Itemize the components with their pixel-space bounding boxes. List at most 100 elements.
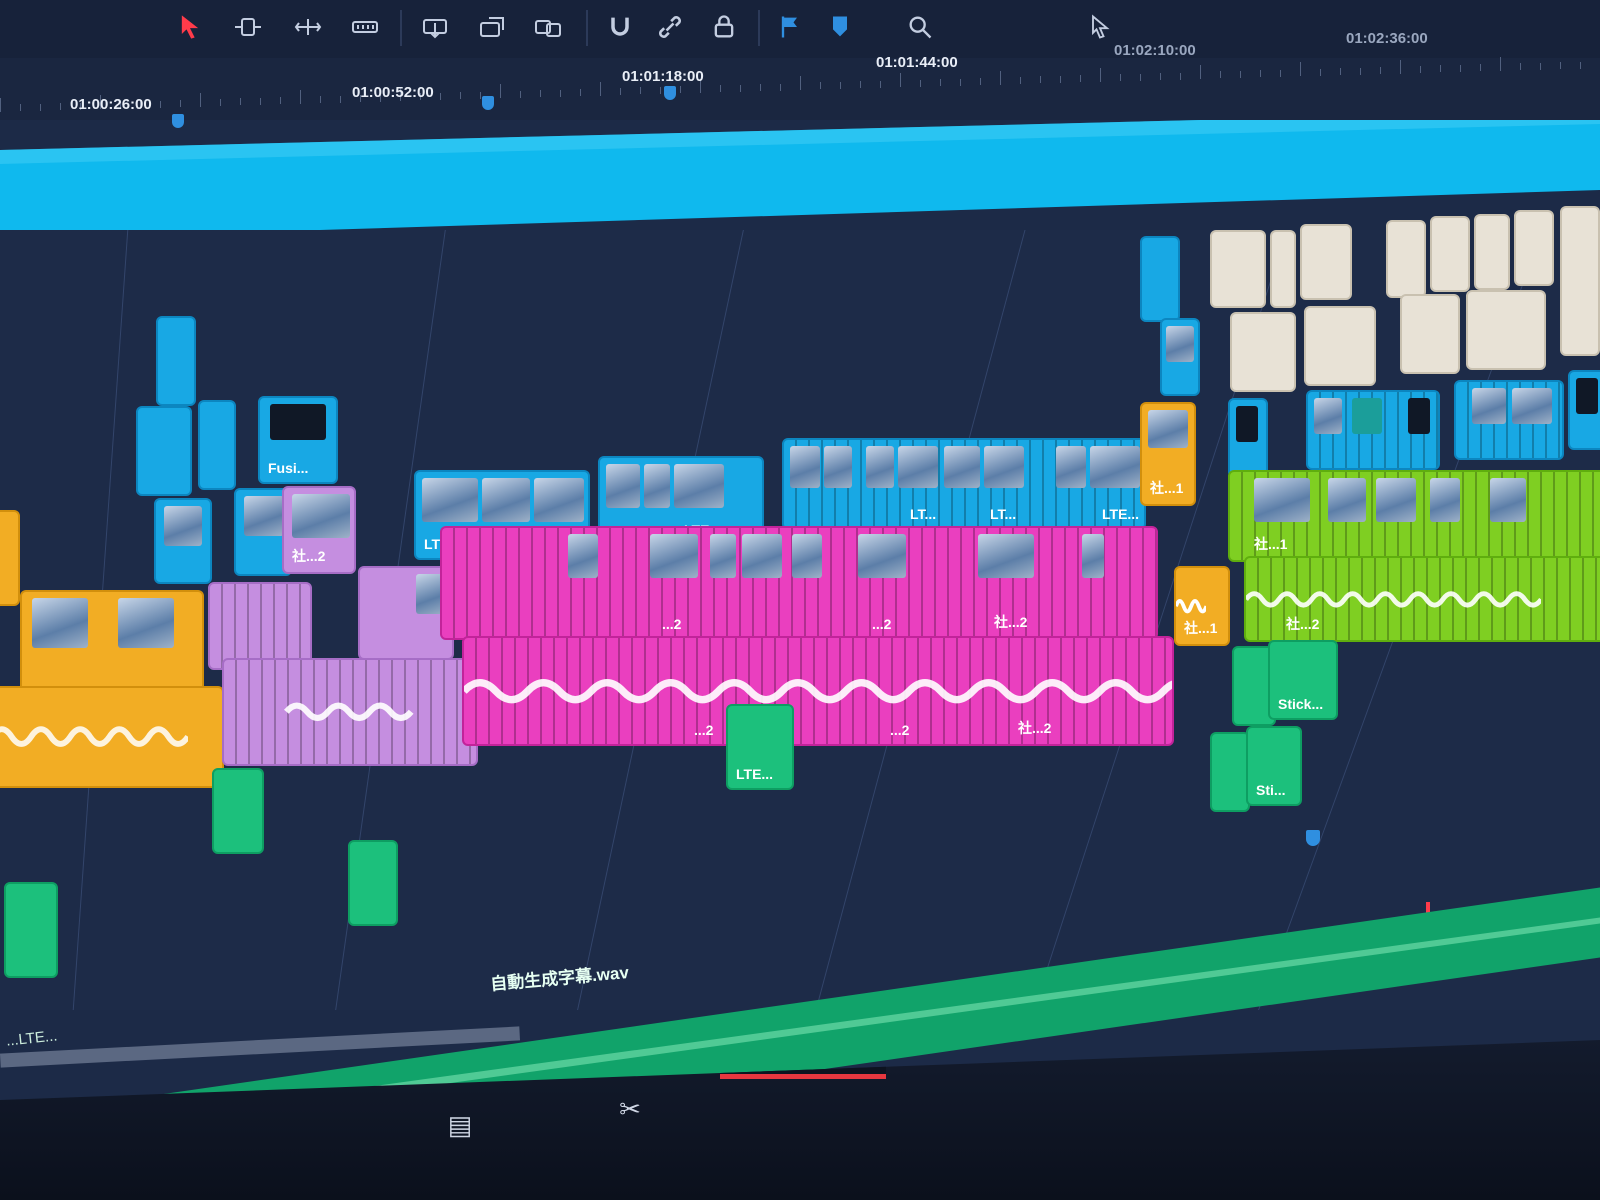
- ruler-tick: [200, 92, 201, 107]
- ruler-tick: [1180, 72, 1181, 80]
- ruler-tick: [720, 85, 721, 93]
- video-clip[interactable]: [0, 510, 20, 606]
- audio-clip[interactable]: Stick...: [1268, 640, 1338, 720]
- title-clip[interactable]: [1430, 216, 1470, 292]
- video-clip[interactable]: 社...1: [1140, 402, 1196, 506]
- ruler-tick: [20, 104, 21, 112]
- ruler-tick: [1480, 64, 1481, 72]
- timeline-marker[interactable]: [664, 86, 676, 100]
- toolbar-separator: [400, 10, 402, 46]
- ruler-tick: [180, 100, 181, 108]
- insert-clip-icon[interactable]: [415, 8, 455, 46]
- selection-arrow-icon[interactable]: [170, 8, 210, 46]
- position-lock-icon[interactable]: [704, 8, 744, 46]
- title-clip[interactable]: [1270, 230, 1296, 308]
- ruler-tick: [1140, 73, 1141, 81]
- audio-clip[interactable]: [0, 686, 224, 788]
- ruler-tick: [660, 86, 661, 94]
- video-clip[interactable]: LT... LT... LTE...: [782, 438, 1146, 530]
- video-clip[interactable]: [1228, 398, 1268, 478]
- audio-clip[interactable]: 社...2: [1244, 556, 1600, 642]
- clip-label: 社...2: [1286, 616, 1320, 632]
- ruler-tick: [840, 81, 841, 89]
- timeline-marker[interactable]: [482, 96, 494, 110]
- trim-edit-icon[interactable]: [228, 8, 268, 46]
- ruler-tick: [880, 80, 881, 88]
- title-clip[interactable]: [1514, 210, 1554, 286]
- overwrite-clip-icon[interactable]: [472, 8, 512, 46]
- media-page-icon[interactable]: ▤: [420, 1100, 500, 1150]
- ruler-tick: [760, 84, 761, 92]
- ruler-tick: [1320, 68, 1321, 76]
- clip-label: 社...2: [1018, 720, 1052, 736]
- clip-label: ...2: [662, 616, 682, 632]
- ruler-tick: [960, 78, 961, 86]
- video-clip[interactable]: [136, 406, 192, 496]
- title-clip[interactable]: [1560, 206, 1600, 356]
- ruler-tick: [440, 92, 441, 100]
- dynamic-trim-icon[interactable]: [288, 8, 328, 46]
- video-clip[interactable]: [154, 498, 212, 584]
- audio-marker[interactable]: [1306, 830, 1320, 846]
- timecode-label: 01:00:26:00: [70, 96, 152, 113]
- video-clip[interactable]: [156, 316, 196, 406]
- marker-icon[interactable]: [820, 8, 860, 46]
- video-clip[interactable]: [208, 582, 312, 670]
- audio-clip[interactable]: LTE...: [726, 704, 794, 790]
- ruler-tick: [1080, 75, 1081, 83]
- video-clip[interactable]: 社...2: [282, 486, 356, 574]
- audio-clip[interactable]: ...2 ...2 社...2: [462, 636, 1174, 746]
- audio-clip[interactable]: 社...1: [1174, 566, 1230, 646]
- title-clip[interactable]: [1474, 214, 1510, 290]
- ruler-tick: [900, 73, 901, 88]
- video-clip[interactable]: [1306, 390, 1440, 470]
- video-clip[interactable]: 社...1: [1228, 470, 1600, 562]
- title-clip[interactable]: [1230, 312, 1296, 392]
- title-clip[interactable]: [1400, 294, 1460, 374]
- ruler-tick: [1400, 59, 1401, 74]
- ruler-tick: [520, 90, 521, 98]
- ruler-tick: [1060, 75, 1061, 83]
- title-clip[interactable]: [1386, 220, 1426, 298]
- video-clip[interactable]: [1454, 380, 1564, 460]
- zoom-icon[interactable]: [900, 8, 940, 46]
- timecode-ruler[interactable]: 01:00:26:00 01:00:52:00 01:01:18:00 01:0…: [0, 30, 1600, 128]
- video-clip[interactable]: [20, 590, 204, 692]
- video-clip[interactable]: Fusi...: [258, 396, 338, 484]
- video-clip[interactable]: [1140, 236, 1180, 322]
- video-overview-track[interactable]: [0, 120, 1600, 230]
- audio-clip[interactable]: [222, 658, 478, 766]
- ruler-tick: [1200, 65, 1201, 79]
- ruler-tick: [580, 89, 581, 97]
- title-clip[interactable]: [1304, 306, 1376, 386]
- timecode-label: 01:02:36:00: [1346, 30, 1428, 47]
- ruler-tick: [220, 98, 221, 106]
- linked-selection-icon[interactable]: [650, 8, 690, 46]
- title-clip[interactable]: [1466, 290, 1546, 370]
- video-clip[interactable]: [1568, 370, 1600, 450]
- video-clip[interactable]: [198, 400, 236, 490]
- clip-label: Stick...: [1278, 696, 1324, 712]
- timecode-label: 01:00:52:00: [352, 84, 434, 101]
- cursor-icon[interactable]: [1080, 8, 1120, 46]
- timeline-editor: 01:00:26:00 01:00:52:00 01:01:18:00 01:0…: [0, 0, 1600, 1200]
- ruler-tick: [1260, 70, 1261, 78]
- flag-icon[interactable]: [770, 8, 810, 46]
- video-clip[interactable]: [1160, 318, 1200, 396]
- ruler-tick: [1000, 70, 1001, 85]
- blade-icon[interactable]: [345, 8, 385, 46]
- ruler-tick: [1220, 71, 1221, 79]
- title-clip[interactable]: [1300, 224, 1352, 300]
- toolbar-separator: [758, 10, 760, 46]
- clip-label: ...2: [872, 616, 892, 632]
- replace-clip-icon[interactable]: [528, 8, 568, 46]
- ruler-tick: [0, 98, 1, 112]
- snapping-icon[interactable]: [600, 8, 640, 46]
- ruler-tick: [340, 95, 341, 103]
- ruler-tick: [1240, 70, 1241, 78]
- title-clip[interactable]: [1210, 230, 1266, 308]
- video-clip[interactable]: ...2 ...2 社...2: [440, 526, 1158, 640]
- ruler-tick: [640, 87, 641, 95]
- cut-page-icon[interactable]: ✂: [590, 1084, 670, 1134]
- clip-label: ...2: [694, 722, 714, 738]
